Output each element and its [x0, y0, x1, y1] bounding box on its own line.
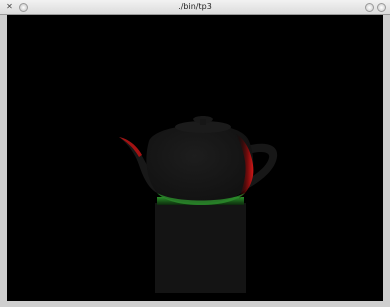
teapot-scene	[119, 116, 278, 293]
window-title: ./bin/tp3	[178, 2, 212, 11]
title-bar[interactable]: ✕ ./bin/tp3	[0, 0, 390, 15]
pedestal	[155, 203, 246, 293]
maximize-icon[interactable]	[377, 3, 386, 12]
render-canvas[interactable]	[7, 15, 383, 301]
app-window: ✕ ./bin/tp3	[0, 0, 390, 307]
teapot-knob-stem	[200, 119, 206, 125]
window-bottom-border	[0, 301, 390, 307]
minimize-icon[interactable]	[365, 3, 374, 12]
